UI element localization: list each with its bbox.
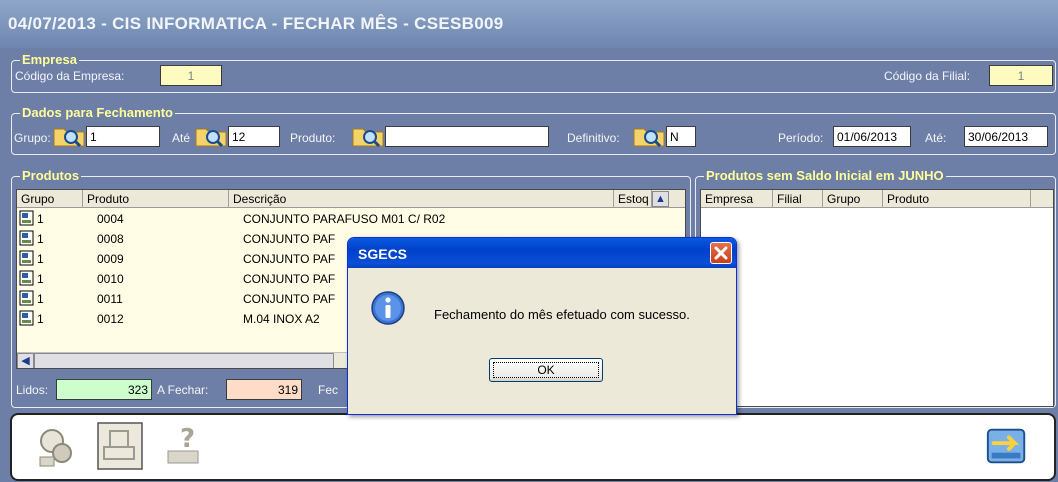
- produtos-legend: Produtos: [20, 168, 82, 183]
- col-produto[interactable]: Produto: [883, 190, 1031, 208]
- close-icon: [714, 246, 728, 260]
- codigo-filial-label: Código da Filial:: [884, 69, 971, 83]
- sem-saldo-grid-header: Empresa Filial Grupo Produto: [701, 190, 1053, 208]
- periodo-field[interactable]: 01/06/2013: [833, 126, 911, 147]
- cell-descricao: CONJUNTO PAF: [243, 292, 336, 306]
- dialog-titlebar: SGECS: [348, 238, 736, 268]
- bottom-toolbar: ?: [10, 413, 1056, 481]
- info-icon: [371, 291, 405, 325]
- col-estoque[interactable]: Estoq: [614, 190, 652, 208]
- exit-icon[interactable]: [984, 421, 1030, 471]
- definitivo-field[interactable]: N: [666, 126, 696, 147]
- grupo-field[interactable]: 1: [86, 126, 160, 147]
- cell-descricao: CONJUNTO PARAFUSO M01 C/ R02: [243, 212, 446, 226]
- record-icon: [19, 290, 34, 306]
- empresa-legend: Empresa: [20, 52, 79, 67]
- codigo-empresa-field[interactable]: 1: [160, 65, 222, 86]
- sem-saldo-group: Produtos sem Saldo Inicial em JUNHO Empr…: [695, 168, 1056, 408]
- col-produto[interactable]: Produto: [83, 190, 229, 208]
- grupo-search-folder-icon[interactable]: [52, 124, 86, 148]
- grupo-ate-label: Até: [172, 131, 191, 145]
- window-title: 04/07/2013 - CIS INFORMATICA - FECHAR MÊ…: [0, 0, 1058, 48]
- periodo-label: Período:: [778, 131, 824, 145]
- record-icon: [19, 310, 34, 326]
- print-disabled-icon[interactable]: [96, 421, 144, 471]
- grid-scroll-up-button[interactable]: ▲: [652, 191, 669, 207]
- col-grupo[interactable]: Grupo: [17, 190, 83, 208]
- record-icon: [19, 210, 34, 226]
- cell-produto: 0012: [97, 312, 124, 326]
- cell-grupo: 1: [37, 212, 44, 226]
- help-disabled-icon[interactable]: ?: [162, 421, 210, 471]
- grupo-ate-search-folder-icon[interactable]: [194, 124, 228, 148]
- dialog-title: SGECS: [358, 246, 408, 262]
- lidos-label: Lidos:: [16, 383, 49, 397]
- codigo-empresa-label: Código da Empresa:: [15, 69, 125, 83]
- sem-saldo-grid[interactable]: Empresa Filial Grupo Produto: [700, 189, 1054, 407]
- col-empresa[interactable]: Empresa: [701, 190, 773, 208]
- scroll-thumb[interactable]: [34, 353, 334, 368]
- definitivo-label: Definitivo:: [567, 131, 620, 145]
- empresa-group: Empresa Código da Empresa: 1 Código da F…: [11, 52, 1056, 93]
- grupo-ate-field[interactable]: 12: [228, 126, 280, 147]
- cell-grupo: 1: [37, 292, 44, 306]
- cell-produto: 0010: [97, 272, 124, 286]
- sem-saldo-legend: Produtos sem Saldo Inicial em JUNHO: [704, 168, 946, 183]
- lidos-field: 323: [56, 379, 152, 400]
- table-row[interactable]: 1 0004 CONJUNTO PARAFUSO M01 C/ R02: [17, 209, 685, 229]
- search-person-icon[interactable]: [32, 421, 80, 471]
- a-fechar-label: A Fechar:: [157, 383, 209, 397]
- grupo-label: Grupo:: [14, 131, 51, 145]
- cell-grupo: 1: [37, 232, 44, 246]
- cell-produto: 0008: [97, 232, 124, 246]
- fec-label: Fec: [318, 383, 339, 397]
- produtos-grid-header: Grupo Produto Descrição Estoq: [17, 190, 685, 208]
- record-icon: [19, 230, 34, 246]
- produto-label: Produto:: [290, 131, 336, 145]
- cell-grupo: 1: [37, 252, 44, 266]
- cell-descricao: CONJUNTO PAF: [243, 232, 336, 246]
- fechamento-legend: Dados para Fechamento: [20, 105, 175, 120]
- col-descricao[interactable]: Descrição: [229, 190, 614, 208]
- produto-search-folder-icon[interactable]: [351, 124, 385, 148]
- svg-text:?: ?: [180, 424, 195, 454]
- cell-produto: 0011: [97, 292, 123, 306]
- focus-ring: [493, 362, 599, 378]
- dialog-close-button[interactable]: [710, 242, 732, 264]
- periodo-ate-label: Até:: [925, 131, 947, 145]
- message-dialog: SGECS Fechamento do mês efetuado com suc…: [347, 237, 737, 415]
- cell-descricao: CONJUNTO PAF: [243, 272, 336, 286]
- produto-field[interactable]: [385, 126, 549, 147]
- fechamento-group: Dados para Fechamento Grupo: 1 Até 12 Pr…: [11, 105, 1056, 155]
- ok-button[interactable]: OK: [489, 358, 603, 382]
- periodo-ate-field[interactable]: 30/06/2013: [964, 126, 1048, 147]
- definitivo-search-folder-icon[interactable]: [632, 124, 666, 148]
- a-fechar-field: 319: [226, 379, 302, 400]
- cell-produto: 0004: [97, 212, 124, 226]
- cell-produto: 0009: [97, 252, 124, 266]
- cell-descricao: CONJUNTO PAF: [243, 252, 336, 266]
- record-icon: [19, 270, 34, 286]
- cell-descricao: M.04 INOX A2: [243, 312, 320, 326]
- scroll-left-button[interactable]: ◀: [17, 353, 34, 368]
- col-filial[interactable]: Filial: [773, 190, 823, 208]
- record-icon: [19, 250, 34, 266]
- col-grupo[interactable]: Grupo: [823, 190, 883, 208]
- cell-grupo: 1: [37, 312, 44, 326]
- codigo-filial-field[interactable]: 1: [989, 65, 1053, 86]
- cell-grupo: 1: [37, 272, 44, 286]
- dialog-message: Fechamento do mês efetuado com sucesso.: [434, 307, 690, 322]
